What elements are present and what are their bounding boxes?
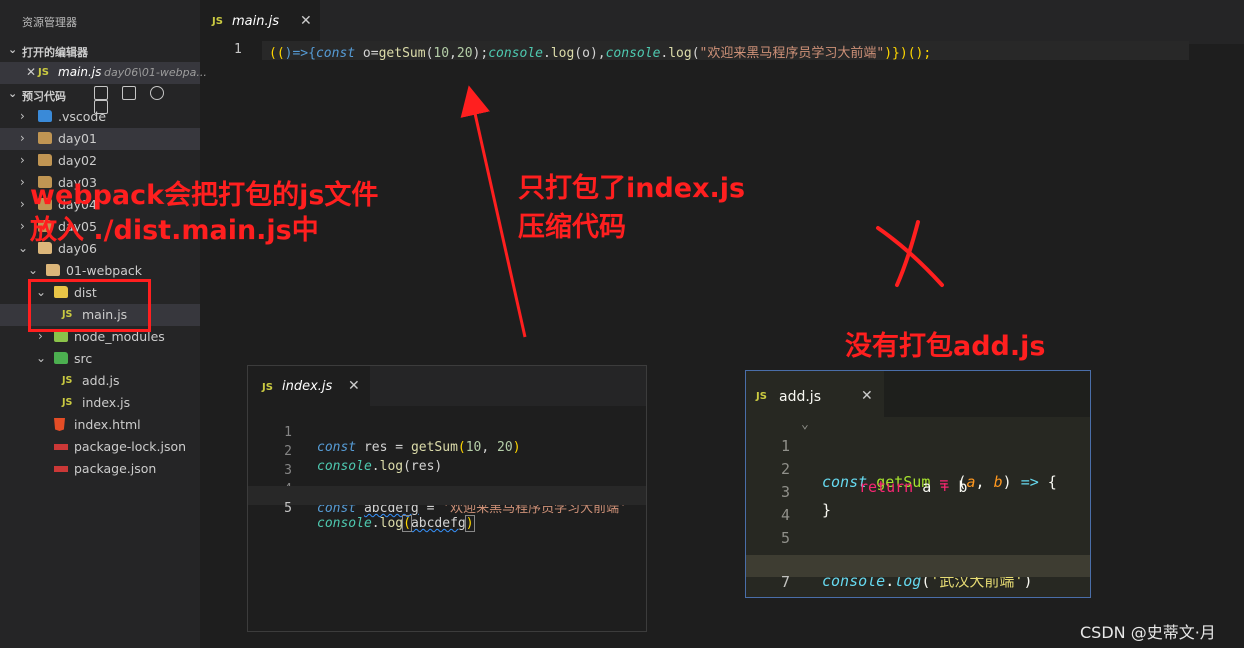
annotation-overlay <box>460 85 944 338</box>
cross-mark-icon <box>895 220 920 287</box>
cross-mark-icon <box>876 226 944 287</box>
arrow-icon <box>460 85 527 338</box>
watermark: CSDN @史蒂文·月 <box>1080 623 1216 642</box>
